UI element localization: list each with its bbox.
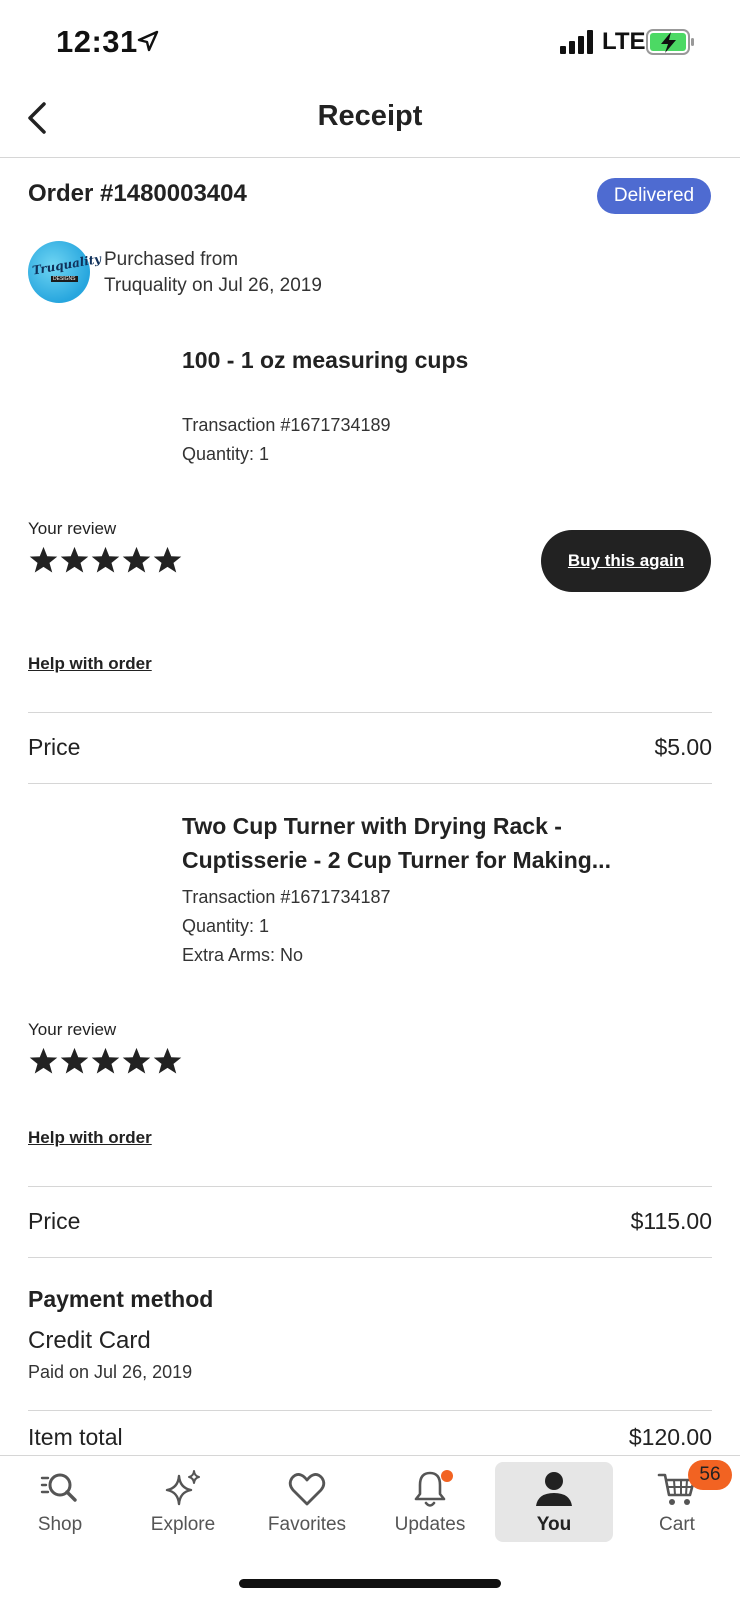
tab-label: You	[536, 1514, 572, 1535]
help-with-order-link[interactable]: Help with order	[28, 654, 152, 674]
tab-label: Shop	[37, 1514, 83, 1535]
star-icon	[91, 1047, 120, 1074]
status-bar: 12:31 LTE	[0, 0, 740, 86]
star-icon	[60, 546, 89, 573]
item-total-value: $120.00	[628, 1424, 712, 1450]
heart-icon	[288, 1473, 326, 1506]
price-label: Price	[28, 1208, 81, 1234]
cart-count-badge: 56	[688, 1460, 732, 1490]
star-icon	[153, 546, 182, 573]
cellular-signal-icon	[560, 30, 593, 54]
price-value: $115.00	[630, 1208, 712, 1234]
location-arrow-icon	[137, 30, 159, 52]
shop-logo-text: Truquality	[31, 251, 103, 278]
purchased-from-label: Purchased from	[104, 249, 239, 270]
status-time: 12:31	[56, 24, 138, 59]
search-icon	[40, 1473, 77, 1502]
divider	[28, 783, 712, 784]
home-indicator[interactable]	[239, 1579, 501, 1588]
order-number: Order #1480003404	[28, 180, 247, 207]
tab-label: Updates	[394, 1514, 466, 1535]
sparkle-icon	[165, 1470, 200, 1506]
shop-avatar[interactable]: Truquality DESIGNS	[28, 241, 103, 303]
item-title[interactable]: Two Cup Turner with Drying Rack - Cuptis…	[182, 809, 611, 877]
battery-charging-icon	[646, 29, 694, 55]
page-title: Receipt	[317, 100, 423, 132]
tab-label: Favorites	[267, 1514, 347, 1535]
payment-method-heading: Payment method	[28, 1286, 214, 1312]
buy-again-button[interactable]: Buy this again	[541, 530, 711, 592]
review-label: Your review	[28, 519, 117, 538]
person-icon	[536, 1472, 572, 1506]
divider	[28, 712, 712, 713]
star-icon	[60, 1047, 89, 1074]
star-icon	[153, 1047, 182, 1074]
item-total-label: Item total	[28, 1424, 123, 1450]
divider	[28, 1410, 712, 1411]
tab-shop[interactable]: Shop	[1, 1462, 119, 1542]
tab-you[interactable]: You	[495, 1462, 613, 1542]
price-label: Price	[28, 734, 81, 760]
item-details: Transaction #1671734187 Quantity: 1 Extr…	[182, 883, 391, 970]
purchased-from: Purchased from Truquality on Jul 26, 201…	[104, 247, 322, 299]
transaction-number: Transaction #1671734187	[182, 887, 391, 907]
star-icon	[29, 546, 58, 573]
star-icon	[122, 1047, 151, 1074]
paid-on-date: Paid on Jul 26, 2019	[28, 1362, 193, 1382]
network-type: LTE	[602, 28, 646, 55]
item-title[interactable]: 100 - 1 oz measuring cups	[182, 343, 468, 377]
tab-cart[interactable]: 56 Cart	[618, 1460, 736, 1542]
item-title-line: Cuptisserie - 2 Cup Turner for Making...	[182, 847, 611, 873]
transaction-number: Transaction #1671734189	[182, 415, 391, 435]
quantity: Quantity: 1	[182, 444, 270, 464]
review-stars	[28, 1046, 188, 1078]
item-title-line: Two Cup Turner with Drying Rack -	[182, 813, 562, 839]
tab-label: Explore	[150, 1514, 216, 1535]
shop-logo-subtext: DESIGNS	[51, 276, 78, 282]
star-icon	[122, 546, 151, 573]
help-with-order-link[interactable]: Help with order	[28, 1128, 152, 1148]
tab-updates[interactable]: Updates	[371, 1462, 489, 1542]
nav-bar: Receipt	[0, 86, 740, 158]
notification-dot	[441, 1470, 453, 1482]
star-icon	[91, 546, 120, 573]
quantity: Quantity: 1	[182, 916, 270, 936]
purchased-from-shop: Truquality on Jul 26, 2019	[104, 275, 322, 296]
star-icon	[29, 1047, 58, 1074]
tab-favorites[interactable]: Favorites	[248, 1462, 366, 1542]
item-details: Transaction #1671734189 Quantity: 1	[182, 411, 391, 469]
status-badge: Delivered	[597, 178, 711, 214]
divider	[28, 1186, 712, 1187]
payment-method-value: Credit Card	[28, 1327, 151, 1354]
tab-explore[interactable]: Explore	[124, 1462, 242, 1542]
review-label: Your review	[28, 1020, 117, 1039]
review-stars	[28, 545, 188, 577]
tab-label: Cart	[659, 1514, 695, 1535]
divider	[28, 1257, 712, 1258]
variation: Extra Arms: No	[182, 945, 304, 965]
price-value: $5.00	[654, 734, 712, 760]
